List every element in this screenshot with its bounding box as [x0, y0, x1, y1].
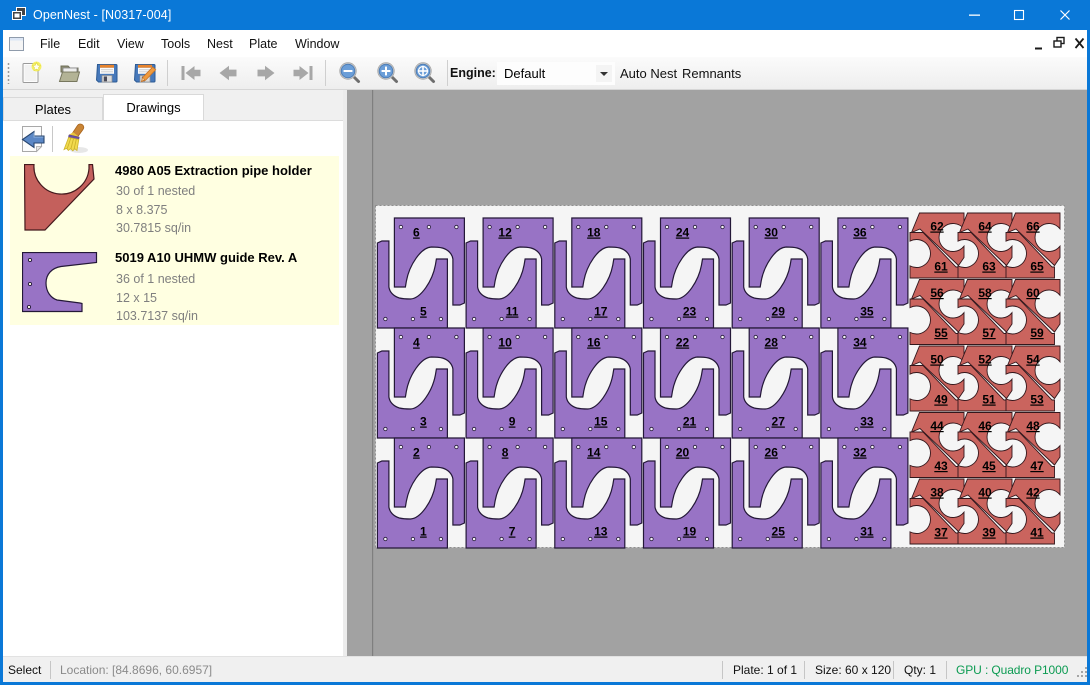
svg-text:43: 43 — [934, 459, 948, 473]
svg-text:29: 29 — [772, 305, 786, 319]
svg-text:17: 17 — [594, 305, 608, 319]
svg-text:32: 32 — [853, 446, 867, 460]
svg-text:5: 5 — [420, 305, 427, 319]
svg-text:60: 60 — [1026, 286, 1040, 300]
svg-text:36: 36 — [853, 226, 867, 240]
svg-text:8: 8 — [502, 446, 509, 460]
svg-text:12: 12 — [498, 226, 512, 240]
svg-text:22: 22 — [676, 336, 690, 350]
svg-text:63: 63 — [982, 260, 996, 274]
svg-text:56: 56 — [930, 286, 944, 300]
svg-text:7: 7 — [509, 525, 516, 539]
svg-text:62: 62 — [930, 220, 944, 234]
svg-text:61: 61 — [934, 260, 948, 274]
svg-text:4: 4 — [413, 336, 420, 350]
svg-text:34: 34 — [853, 336, 867, 350]
svg-text:48: 48 — [1026, 419, 1040, 433]
svg-text:50: 50 — [930, 353, 944, 367]
svg-text:44: 44 — [930, 419, 944, 433]
svg-text:54: 54 — [1026, 353, 1040, 367]
svg-text:3: 3 — [420, 415, 427, 429]
svg-text:10: 10 — [498, 336, 512, 350]
svg-text:21: 21 — [683, 415, 697, 429]
svg-text:19: 19 — [683, 525, 697, 539]
svg-text:2: 2 — [413, 446, 420, 460]
svg-text:37: 37 — [934, 526, 948, 540]
svg-text:30: 30 — [765, 226, 779, 240]
svg-text:42: 42 — [1026, 486, 1040, 500]
svg-text:46: 46 — [978, 419, 992, 433]
svg-text:53: 53 — [1030, 393, 1044, 407]
svg-text:23: 23 — [683, 305, 697, 319]
svg-text:52: 52 — [978, 353, 992, 367]
svg-text:20: 20 — [676, 446, 690, 460]
svg-text:25: 25 — [772, 525, 786, 539]
svg-text:26: 26 — [765, 446, 779, 460]
svg-text:24: 24 — [676, 226, 690, 240]
svg-text:15: 15 — [594, 415, 608, 429]
svg-text:28: 28 — [765, 336, 779, 350]
svg-text:64: 64 — [978, 220, 992, 234]
svg-text:1: 1 — [420, 525, 427, 539]
svg-text:40: 40 — [978, 486, 992, 500]
svg-text:13: 13 — [594, 525, 608, 539]
svg-text:59: 59 — [1030, 326, 1044, 340]
svg-text:39: 39 — [982, 526, 996, 540]
svg-text:57: 57 — [982, 326, 996, 340]
svg-text:51: 51 — [982, 393, 996, 407]
svg-text:27: 27 — [772, 415, 786, 429]
svg-text:49: 49 — [934, 393, 948, 407]
svg-text:9: 9 — [509, 415, 516, 429]
svg-text:41: 41 — [1030, 526, 1044, 540]
svg-text:38: 38 — [930, 486, 944, 500]
svg-text:55: 55 — [934, 326, 948, 340]
svg-text:14: 14 — [587, 446, 601, 460]
svg-text:16: 16 — [587, 336, 601, 350]
svg-text:11: 11 — [506, 305, 519, 319]
svg-text:65: 65 — [1030, 260, 1044, 274]
svg-text:18: 18 — [587, 226, 601, 240]
svg-text:31: 31 — [860, 525, 874, 539]
svg-text:6: 6 — [413, 226, 420, 240]
svg-text:35: 35 — [860, 305, 874, 319]
svg-text:66: 66 — [1026, 220, 1040, 234]
svg-text:58: 58 — [978, 286, 992, 300]
svg-text:47: 47 — [1030, 459, 1044, 473]
svg-text:45: 45 — [982, 459, 996, 473]
svg-text:33: 33 — [860, 415, 874, 429]
